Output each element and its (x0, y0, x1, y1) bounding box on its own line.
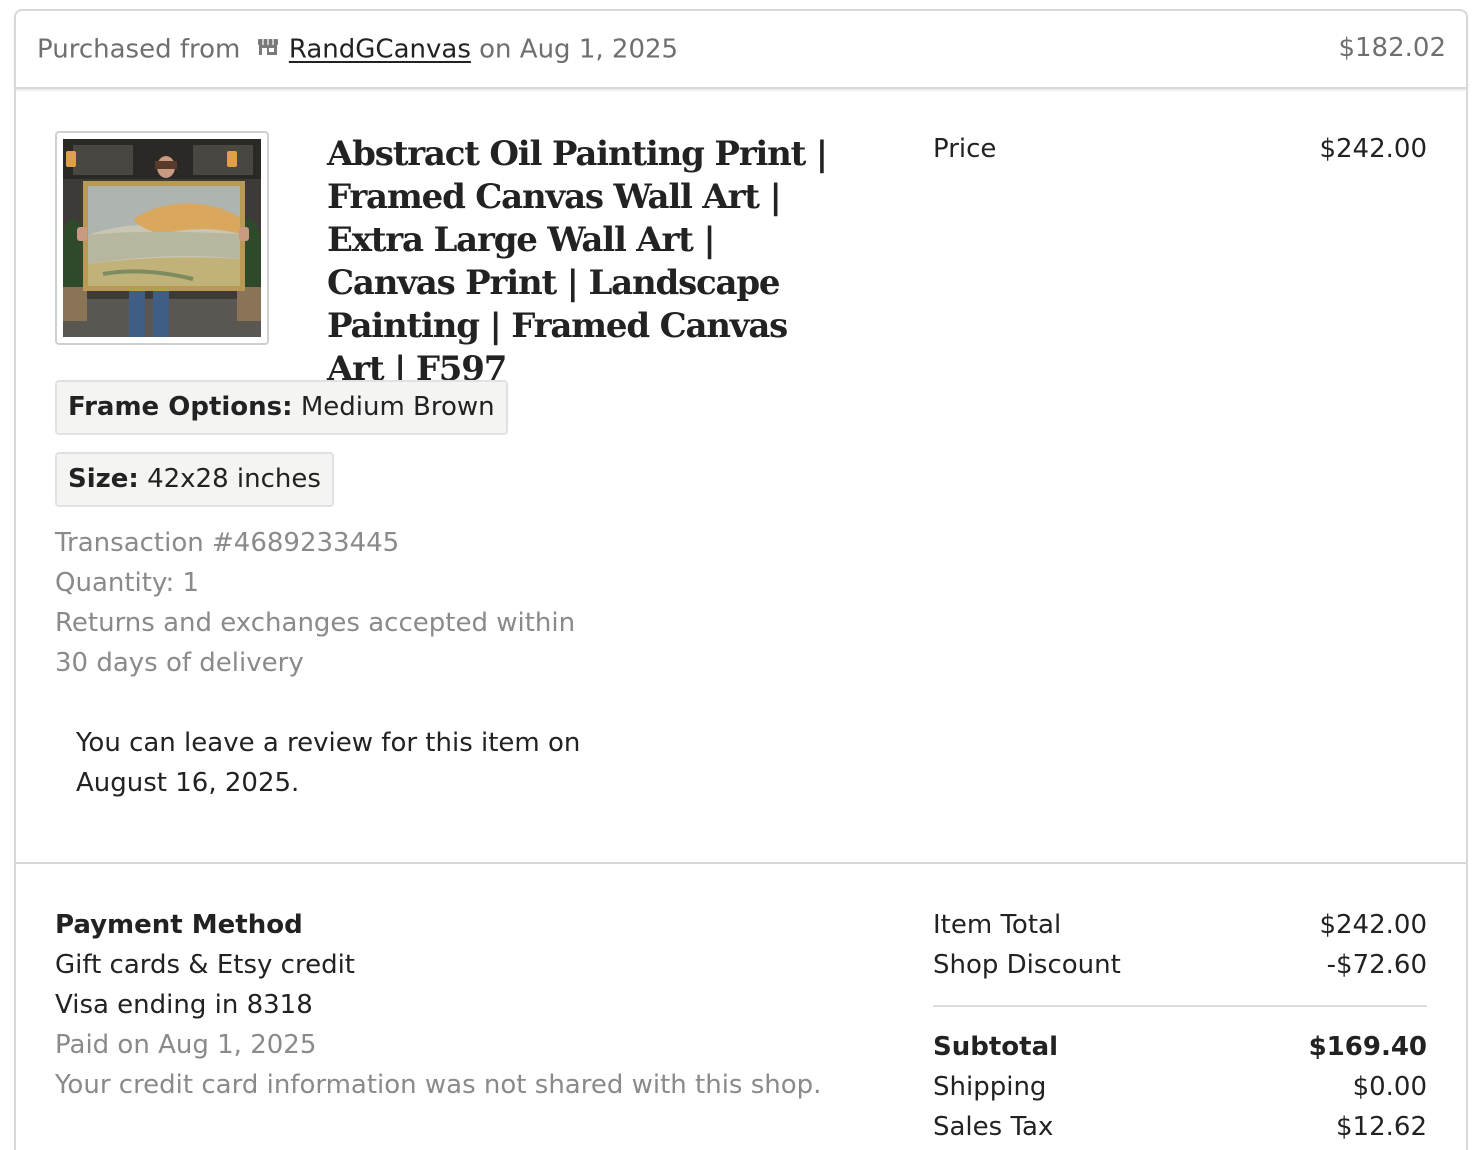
shipping-label: Shipping (933, 1072, 1047, 1102)
section-divider (14, 862, 1468, 864)
item-total-label: Item Total (933, 910, 1062, 940)
review-note-line-1: You can leave a review for this item on (76, 728, 581, 758)
subtotal-label: Subtotal (933, 1032, 1059, 1062)
variation-frame-options: Frame Options: Medium Brown (55, 380, 508, 435)
shop-discount-value: -$72.60 (1326, 950, 1427, 980)
storefront-icon (257, 33, 279, 63)
transaction-number: Transaction #4689233445 (55, 528, 400, 558)
subtotal-row: Subtotal $169.40 (933, 1027, 1427, 1067)
price-value: $242.00 (1319, 134, 1427, 164)
product-image (63, 139, 261, 337)
payment-method-heading: Payment Method (55, 910, 303, 940)
payment-method-1: Gift cards & Etsy credit (55, 950, 355, 980)
review-availability-note: You can leave a review for this item on … (76, 723, 580, 803)
quantity: Quantity: 1 (55, 568, 200, 598)
paid-on-date: Paid on Aug 1, 2025 (55, 1030, 317, 1060)
price-label: Price (933, 134, 997, 164)
order-total: $182.02 (1338, 33, 1446, 63)
purchase-info: Purchased from RandGCanvas on Aug 1, 202… (37, 33, 678, 67)
purchased-from-label: Purchased from (37, 34, 241, 65)
shop-name-link[interactable]: RandGCanvas (289, 35, 471, 65)
variation-value: 42x28 inches (147, 464, 321, 494)
purchase-date: on Aug 1, 2025 (479, 34, 679, 65)
returns-policy-line-2: 30 days of delivery (55, 648, 304, 678)
returns-policy-line-1: Returns and exchanges accepted within (55, 608, 576, 638)
payment-method-section: Payment Method Gift cards & Etsy credit … (55, 905, 821, 1105)
variation-value: Medium Brown (300, 392, 495, 422)
order-header: Purchased from RandGCanvas on Aug 1, 202… (14, 9, 1468, 89)
payment-method-2: Visa ending in 8318 (55, 990, 313, 1020)
shop-discount-label: Shop Discount (933, 950, 1121, 980)
order-totals: Item Total $242.00 Shop Discount -$72.60… (933, 905, 1427, 1147)
subtotal-value: $169.40 (1308, 1032, 1427, 1062)
shop-discount-row: Shop Discount -$72.60 (933, 945, 1427, 985)
variation-size: Size: 42x28 inches (55, 452, 334, 507)
review-note-line-2: August 16, 2025. (76, 768, 300, 798)
sales-tax-row: Sales Tax $12.62 (933, 1107, 1427, 1147)
sales-tax-label: Sales Tax (933, 1112, 1054, 1142)
shipping-value: $0.00 (1352, 1072, 1427, 1102)
item-meta: Transaction #4689233445 Quantity: 1 Retu… (55, 523, 575, 683)
totals-divider (933, 1005, 1427, 1007)
variation-label: Size: (68, 464, 139, 494)
shipping-row: Shipping $0.00 (933, 1067, 1427, 1107)
privacy-note: Your credit card information was not sha… (55, 1070, 822, 1100)
product-thumbnail[interactable] (55, 131, 269, 345)
item-total-row: Item Total $242.00 (933, 905, 1427, 945)
product-title-link[interactable]: Abstract Oil Painting Print | Framed Can… (327, 133, 847, 391)
variation-label: Frame Options: (68, 392, 293, 422)
sales-tax-value: $12.62 (1336, 1112, 1427, 1142)
item-total-value: $242.00 (1319, 910, 1427, 940)
